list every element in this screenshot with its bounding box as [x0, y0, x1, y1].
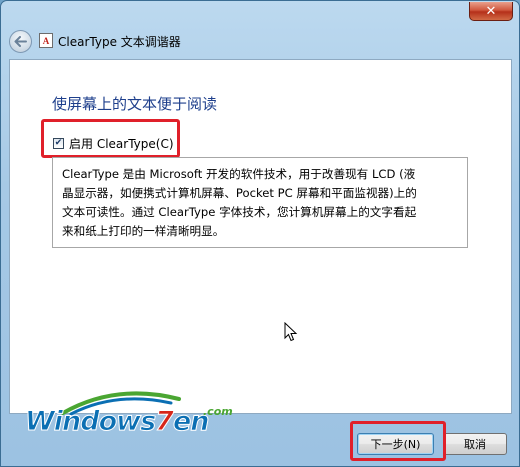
description-line: 来和纸上打印的一样清晰明显。 [62, 224, 225, 238]
page-heading: 使屏幕上的文本便于阅读 [52, 95, 218, 113]
description-line: ClearType 是由 Microsoft 开发的软件技术，用于改善现有 LC… [62, 167, 416, 181]
highlight-annotation-checkbox [41, 119, 180, 158]
app-icon: A [39, 33, 53, 48]
description-line: 晶显示器，如便携式计算机屏幕、Pocket PC 屏幕和平面监视器)上的 [62, 186, 417, 200]
close-button[interactable]: ✕ [469, 2, 513, 21]
watermark-logo-text: Windows [24, 406, 156, 438]
mouse-cursor-icon [284, 322, 298, 342]
content-pane: 使屏幕上的文本便于阅读 ✔ 启用 ClearType(C) ClearType … [9, 59, 512, 414]
cancel-button[interactable]: 取消 [443, 433, 507, 455]
title-bar: ✕ A ClearType 文本调谐器 [1, 1, 519, 59]
watermark-logo: Windows 7 en .com [24, 405, 232, 438]
watermark-logo-seven: 7 [155, 406, 175, 438]
highlight-annotation-next [350, 421, 446, 461]
close-icon: ✕ [485, 3, 497, 19]
description-box: ClearType 是由 Microsoft 开发的软件技术，用于改善现有 LC… [52, 157, 468, 248]
window-title: ClearType 文本调谐器 [58, 35, 181, 49]
cleartype-tuner-window: ✕ A ClearType 文本调谐器 使屏幕上的文本便于阅读 ✔ 启用 Cle… [0, 0, 520, 467]
back-arrow-icon [14, 36, 27, 47]
back-button[interactable] [9, 30, 32, 53]
description-line: 文本可读性。通过 ClearType 字体技术，您计算机屏幕上的文字看起 [62, 205, 417, 219]
watermark-logo-com: .com [203, 405, 233, 418]
